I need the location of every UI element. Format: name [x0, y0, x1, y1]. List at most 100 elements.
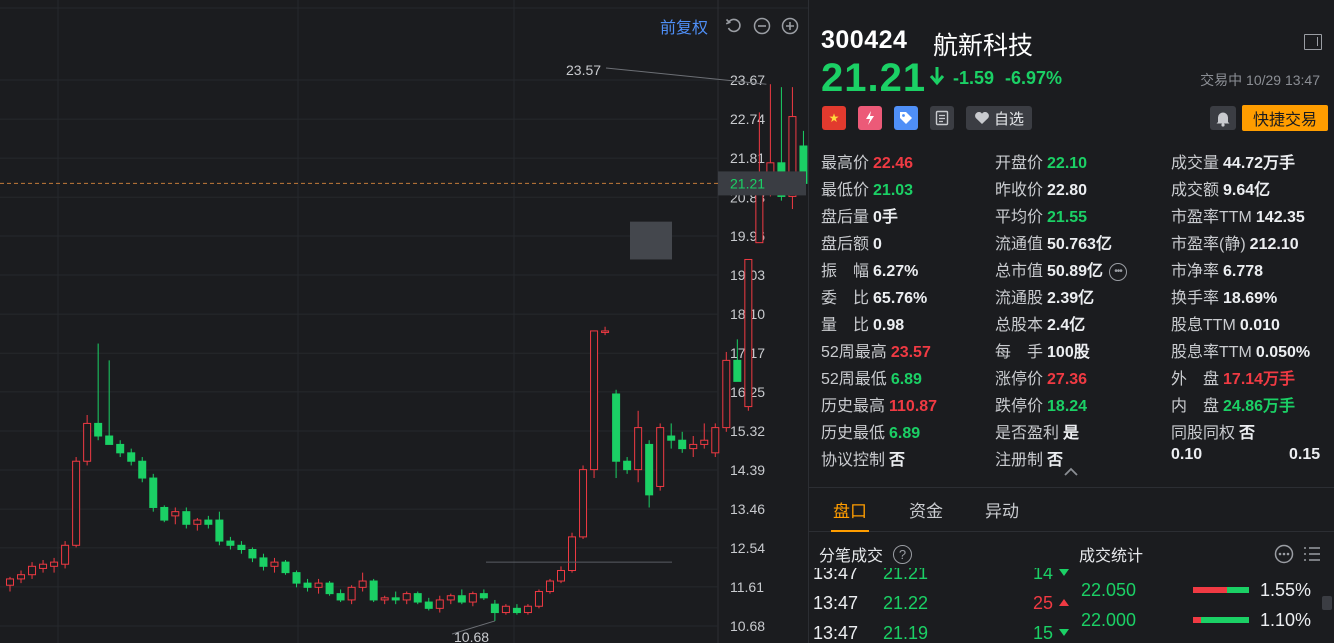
stat-value: 21.55	[1047, 209, 1088, 226]
y-tick-label: 12.54	[730, 540, 765, 556]
candle-body	[17, 574, 26, 580]
stat-value: 50.763亿	[1047, 236, 1112, 253]
candle-body	[94, 422, 103, 437]
candle-body	[479, 593, 488, 599]
down-arrow-icon	[929, 66, 945, 91]
stat-label: 委 比	[821, 290, 870, 307]
stat-label: 盘后量	[821, 209, 870, 226]
candle-body	[612, 393, 621, 462]
kline-chart[interactable]: 23.6722.7421.8120.8819.9619.0318.1017.17…	[0, 0, 808, 643]
candle-body	[28, 565, 37, 576]
more-options-icon[interactable]	[1274, 544, 1294, 564]
stat-value: 否	[1239, 425, 1256, 442]
stat-label: 历史最高	[821, 398, 886, 415]
price-alert-button[interactable]	[1210, 106, 1236, 130]
y-tick-label: 15.32	[730, 423, 765, 439]
stat-value-extra: 0.15	[1289, 446, 1321, 463]
tab-order-book[interactable]: 盘口	[831, 487, 869, 532]
candle-body	[523, 605, 532, 614]
candle-body	[601, 330, 610, 333]
stat-row: 振 幅 6.27% 总市值 50.89亿 ••• 市净率 6.778	[809, 254, 1334, 281]
stat-row: 盘后量 0手 平均价 21.55 市盈率TTM 142.35	[809, 200, 1334, 227]
stat-row: 52周最低 6.89 涨停价 27.36 外 盘 17.14万手	[809, 362, 1334, 389]
ticks-list[interactable]: 13:47 21.21 14 13:47 21.22 25 13:47 21.19 15	[809, 568, 1075, 643]
candle-body	[424, 601, 433, 609]
candle-body	[744, 258, 753, 408]
china-flag-icon: ★	[822, 106, 846, 130]
stat-label: 成交额	[1171, 182, 1220, 199]
stat-value: 50.89亿	[1047, 263, 1104, 280]
stat-cell: 52周最高 23.57	[821, 338, 931, 362]
sell-bar	[1201, 617, 1249, 623]
notes-icon[interactable]	[930, 106, 954, 130]
candle-body	[457, 595, 466, 603]
stat-row: 最高价 22.46 开盘价 22.10 成交量 44.72万手	[809, 146, 1334, 173]
stat-label: 振 幅	[821, 263, 870, 280]
stat-value: 44.72万手	[1223, 155, 1296, 172]
stat-cell: 历史最高 110.87	[821, 392, 937, 416]
candle-body	[204, 519, 213, 525]
panel-layout-icon[interactable]	[1304, 34, 1322, 50]
candle-body	[579, 469, 588, 538]
stat-value: 24.86万手	[1223, 398, 1296, 415]
kline-chart-pane[interactable]: 23.6722.7421.8120.8819.9619.0318.1017.17…	[0, 0, 808, 643]
candle-body	[182, 511, 191, 525]
tab-fund-flow[interactable]: 资金	[909, 487, 943, 532]
stat-value: 142.35	[1255, 209, 1305, 226]
candle-body	[237, 544, 246, 551]
quick-trade-button[interactable]: 快捷交易	[1242, 105, 1328, 131]
y-tick-label: 23.67	[730, 72, 765, 88]
candle-body	[193, 519, 202, 525]
volume-stat-price: 22.050	[1081, 580, 1137, 600]
stat-cell: 委 比 65.76%	[821, 284, 927, 308]
scrollbar-thumb[interactable]	[1322, 596, 1332, 610]
volume-stat-pct: 1.55%	[1259, 580, 1311, 600]
list-view-icon[interactable]	[1302, 544, 1322, 564]
stat-value: 18.69%	[1223, 290, 1278, 307]
stat-value: 0.010	[1239, 317, 1280, 334]
volume-stat-price: 22.000	[1081, 610, 1137, 630]
tick-price: 21.19	[883, 623, 929, 643]
add-watchlist-button[interactable]: 自选	[966, 106, 1033, 130]
stat-value: 2.39亿	[1047, 290, 1095, 307]
candle-body	[722, 359, 731, 429]
tick-row: 13:47 21.22 25	[809, 591, 1075, 615]
tick-price: 21.22	[883, 593, 929, 613]
volume-stats-list[interactable]: 22.050 1.55% 22.000 1.10%	[1079, 578, 1334, 643]
stat-cell: 换手率 18.69%	[1171, 284, 1277, 308]
stat-label: 跌停价	[995, 398, 1044, 415]
stat-cell: 52周最低 6.89	[821, 365, 922, 389]
help-icon[interactable]: ?	[893, 544, 913, 564]
y-tick-label: 11.61	[730, 579, 764, 595]
expand-stats-icon[interactable]	[1063, 464, 1079, 482]
stat-cell: 成交额 9.64亿	[1171, 176, 1270, 200]
zoom-in-icon[interactable]	[780, 16, 800, 36]
stat-value: 0手	[873, 209, 898, 226]
candle-body	[711, 427, 720, 454]
candle-body	[545, 580, 554, 593]
margin-trading-icon[interactable]	[858, 106, 882, 130]
candle-body	[325, 582, 334, 595]
stat-cell: 0.10	[1171, 446, 1202, 464]
zoom-out-icon[interactable]	[752, 16, 772, 36]
reset-icon[interactable]	[724, 16, 744, 36]
stat-value: 212.10	[1249, 236, 1299, 253]
stat-row: 盘后额 0 流通值 50.763亿 市盈率(静) 212.10	[809, 227, 1334, 254]
candle-body	[656, 427, 665, 487]
stat-value: 0.98	[873, 317, 905, 334]
candle-body	[226, 540, 235, 546]
stat-label: 内 盘	[1171, 398, 1220, 415]
candle-body	[512, 607, 521, 614]
price-adjust-toggle[interactable]: 前复权	[660, 14, 708, 38]
stat-row: 历史最高 110.87 跌停价 18.24 内 盘 24.86万手	[809, 389, 1334, 416]
candle-body	[72, 460, 81, 546]
more-icon[interactable]: •••	[1109, 262, 1128, 281]
stat-cell: 昨收价 22.80	[995, 176, 1087, 200]
tab-alerts[interactable]: 异动	[985, 487, 1019, 532]
tick-volume: 14	[1032, 568, 1053, 583]
tag-icon[interactable]	[894, 106, 918, 130]
stat-label: 平均价	[995, 209, 1044, 226]
candle-body	[116, 443, 125, 454]
stat-cell: 盘后额 0	[821, 230, 882, 254]
stat-label: 市盈率TTM	[1171, 209, 1252, 226]
